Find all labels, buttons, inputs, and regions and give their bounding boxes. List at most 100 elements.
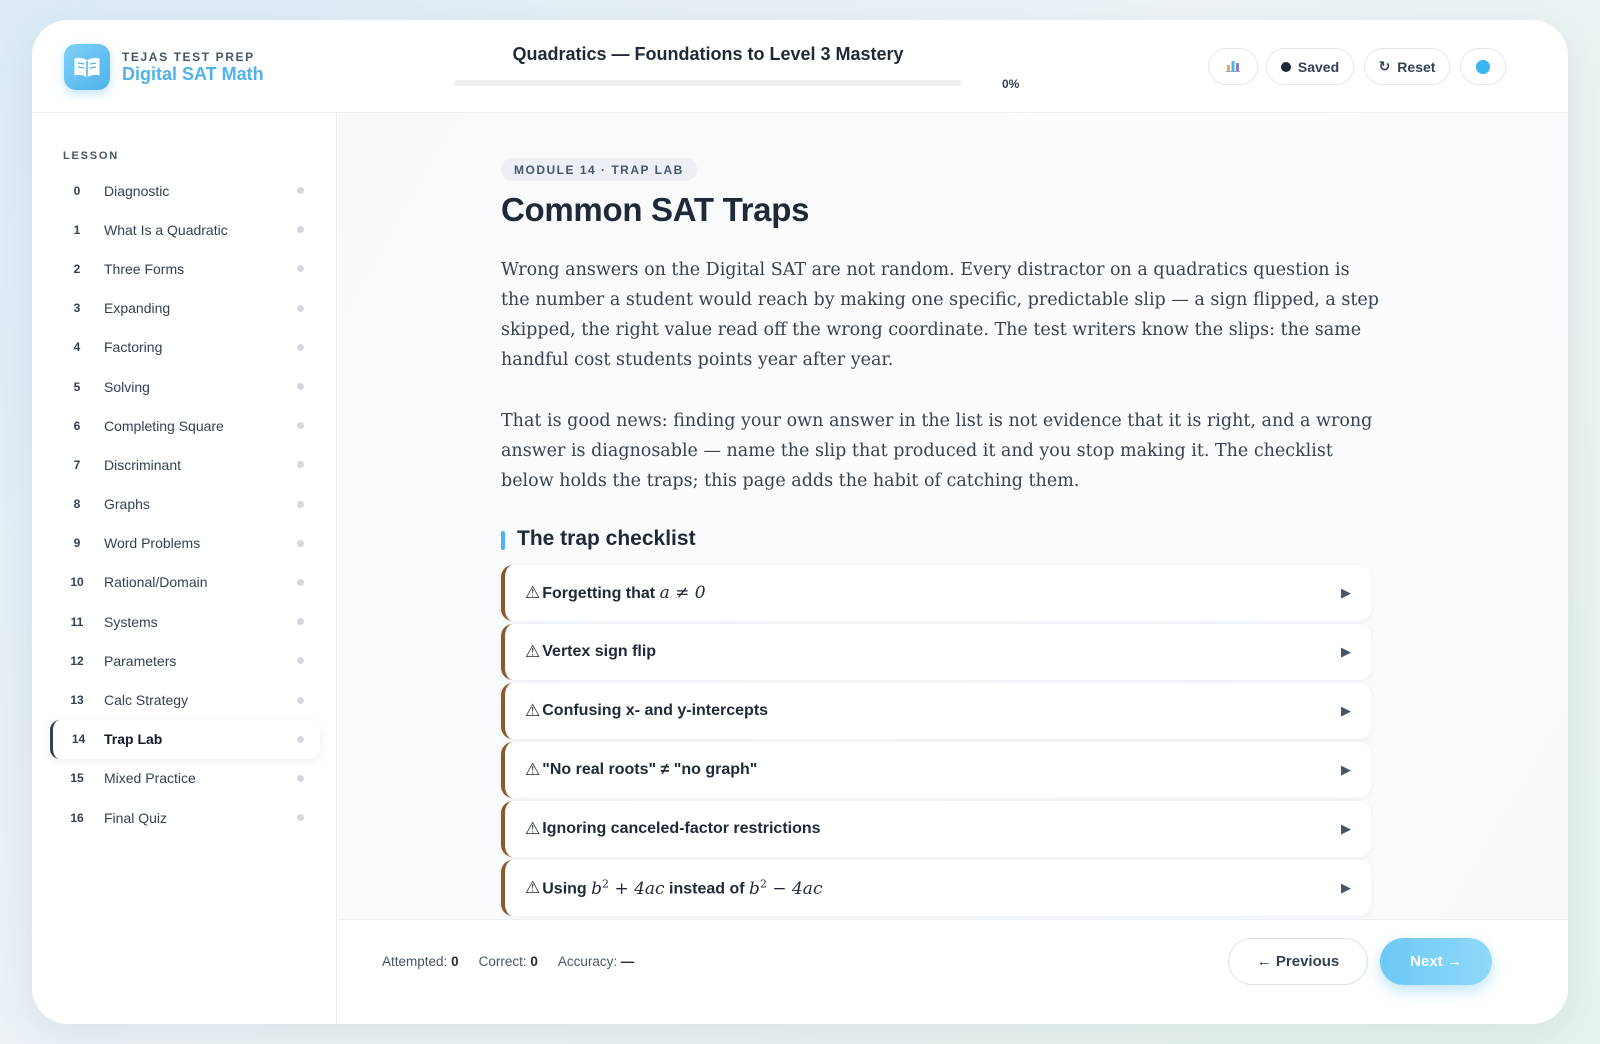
accuracy-stat: Accuracy: — — [557, 954, 635, 969]
lesson-number: 7 — [73, 457, 81, 472]
sidebar-item-word-problems[interactable]: 9 Word Problems — [50, 524, 320, 563]
score-stats: Attempted: 0 Correct: 0 Accuracy: — — [382, 954, 634, 969]
lesson-number: 2 — [73, 261, 81, 276]
status-dot-icon — [297, 539, 304, 547]
stats-button[interactable] — [1208, 48, 1258, 85]
theme-toggle-button[interactable] — [1460, 48, 1506, 85]
lesson-number: 14 — [71, 732, 86, 747]
course-progress-bar — [454, 80, 962, 86]
lesson-sidebar: LESSON 0 Diagnostic 1 What Is a Quadratic 2 T… — [32, 113, 337, 1024]
bar-chart-icon — [1226, 58, 1240, 75]
status-dot-icon — [297, 500, 304, 508]
sidebar-item-systems[interactable]: 11 Systems — [50, 602, 320, 641]
trap-item-no-real-roots[interactable]: ⚠ "No real roots" ≠ "no graph" ▶ — [501, 742, 1371, 798]
sidebar-item-mixed-practice[interactable]: 15 Mixed Practice — [50, 759, 320, 798]
sidebar-item-three-forms[interactable]: 2 Three Forms — [50, 249, 320, 288]
sidebar-item-rational-domain[interactable]: 10 Rational/Domain — [50, 563, 320, 602]
trap-label: Using b2 + 4ac instead of b2 − 4ac — [542, 877, 823, 899]
trap-item-discriminant-sign[interactable]: ⚠ Using b2 + 4ac instead of b2 − 4ac ▶ — [501, 860, 1371, 916]
lesson-label: Parameters — [104, 652, 177, 669]
trap-math: a ≠ 0 — [659, 583, 706, 603]
lesson-number: 13 — [70, 693, 84, 708]
sidebar-item-solving[interactable]: 5 Solving — [50, 367, 320, 406]
saved-status-button[interactable]: Saved — [1266, 48, 1354, 85]
course-title: Quadratics — Foundations to Level 3 Mast… — [512, 44, 904, 64]
lesson-number: 11 — [70, 614, 84, 629]
checklist-heading: The trap checklist — [501, 527, 696, 551]
trap-label: Ignoring canceled-factor restrictions — [542, 820, 821, 837]
lesson-label: Graphs — [104, 496, 150, 513]
theme-dot-icon — [1476, 59, 1490, 74]
sidebar-item-what-is-a-quadratic[interactable]: 1 What Is a Quadratic — [50, 210, 320, 249]
lesson-label: Final Quiz — [104, 809, 168, 826]
sidebar-item-expanding[interactable]: 3 Expanding — [50, 289, 320, 328]
next-button[interactable]: Next → — [1380, 938, 1492, 985]
lesson-label: What Is a Quadratic — [104, 221, 228, 238]
status-dot-icon — [297, 226, 304, 234]
reset-button[interactable]: ↻ Reset — [1364, 48, 1450, 85]
sidebar-item-graphs[interactable]: 8 Graphs — [50, 485, 320, 524]
trap-item-intercepts[interactable]: ⚠ Confusing x- and y-intercepts ▶ — [501, 683, 1371, 739]
lesson-number: 0 — [73, 183, 81, 198]
sidebar-item-trap-lab[interactable]: 14 Trap Lab — [50, 719, 320, 759]
status-dot-icon — [297, 383, 304, 391]
sidebar-item-completing-square[interactable]: 6 Completing Square — [50, 406, 320, 445]
lesson-label: Diagnostic — [104, 182, 170, 199]
previous-button[interactable]: ← Previous — [1228, 938, 1368, 985]
trap-item-forgetting-a[interactable]: ⚠ Forgetting that a ≠ 0 ▶ — [501, 565, 1371, 621]
lesson-number: 6 — [73, 418, 81, 433]
lesson-number: 3 — [73, 301, 81, 316]
lesson-content: MODULE 14 · TRAP LAB Common SAT Traps Wr… — [338, 113, 1568, 919]
intro-paragraph-2: That is good news: finding your own answ… — [501, 411, 1373, 491]
lesson-label: Discriminant — [104, 456, 182, 473]
sidebar-item-factoring[interactable]: 4 Factoring — [50, 328, 320, 367]
sidebar-item-final-quiz[interactable]: 16 Final Quiz — [50, 798, 320, 837]
sidebar-item-diagnostic[interactable]: 0 Diagnostic — [50, 171, 320, 210]
sidebar-item-calc-strategy[interactable]: 13 Calc Strategy — [50, 680, 320, 719]
expand-arrow-icon: ▶ — [1341, 585, 1351, 600]
lesson-label: Trap Lab — [104, 731, 163, 748]
trap-label: Vertex sign flip — [542, 643, 657, 660]
trap-item-canceled-factor[interactable]: ⚠ Ignoring canceled-factor restrictions … — [501, 801, 1371, 857]
lesson-number: 10 — [70, 575, 84, 590]
lesson-label: Word Problems — [104, 535, 201, 552]
status-dot-icon — [297, 696, 304, 704]
lesson-label: Three Forms — [104, 260, 185, 277]
open-book-icon — [64, 44, 110, 90]
status-dot-icon — [297, 618, 304, 626]
lesson-label: Calc Strategy — [104, 692, 189, 709]
page-title: Common SAT Traps — [501, 191, 810, 228]
expand-arrow-icon: ▶ — [1341, 644, 1351, 659]
expand-arrow-icon: ▶ — [1341, 762, 1351, 777]
expand-arrow-icon: ▶ — [1341, 821, 1351, 836]
warning-icon: ⚠ — [525, 701, 541, 720]
lesson-label: Rational/Domain — [104, 574, 208, 591]
status-dot-icon — [297, 578, 304, 586]
status-dot-icon — [297, 187, 304, 195]
lesson-label: Systems — [104, 613, 158, 630]
trap-item-vertex-sign[interactable]: ⚠ Vertex sign flip ▶ — [501, 624, 1371, 680]
trap-checklist: ⚠ Forgetting that a ≠ 0 ▶ ⚠ Vertex sign … — [501, 565, 1371, 919]
app-window: TEJAS TEST PREP Digital SAT Math Quadrat… — [32, 20, 1568, 1024]
module-badge: MODULE 14 · TRAP LAB — [501, 158, 697, 181]
trap-label: Confusing x- and y-intercepts — [542, 702, 769, 719]
status-dot-icon — [297, 422, 304, 430]
top-header: TEJAS TEST PREP Digital SAT Math Quadrat… — [32, 20, 1568, 113]
trap-label: "No real roots" ≠ "no graph" — [542, 761, 758, 778]
lesson-label: Factoring — [104, 339, 163, 356]
intro-paragraph-1: Wrong answers on the Digital SAT are not… — [501, 260, 1379, 370]
status-dot-icon — [297, 461, 304, 469]
correct-stat: Correct: 0 — [478, 954, 538, 969]
warning-icon: ⚠ — [525, 642, 541, 661]
refresh-icon: ↻ — [1378, 58, 1391, 74]
sidebar-item-parameters[interactable]: 12 Parameters — [50, 641, 320, 680]
reset-label: Reset — [1397, 58, 1436, 75]
status-dot-icon — [297, 265, 304, 273]
sidebar-item-discriminant[interactable]: 7 Discriminant — [50, 445, 320, 484]
expand-arrow-icon: ▶ — [1341, 880, 1351, 895]
lesson-number: 12 — [70, 653, 84, 668]
brand-name: Digital SAT Math — [122, 64, 264, 84]
warning-icon: ⚠ — [525, 583, 541, 602]
lesson-number: 16 — [70, 810, 84, 825]
lesson-number: 15 — [70, 771, 84, 786]
